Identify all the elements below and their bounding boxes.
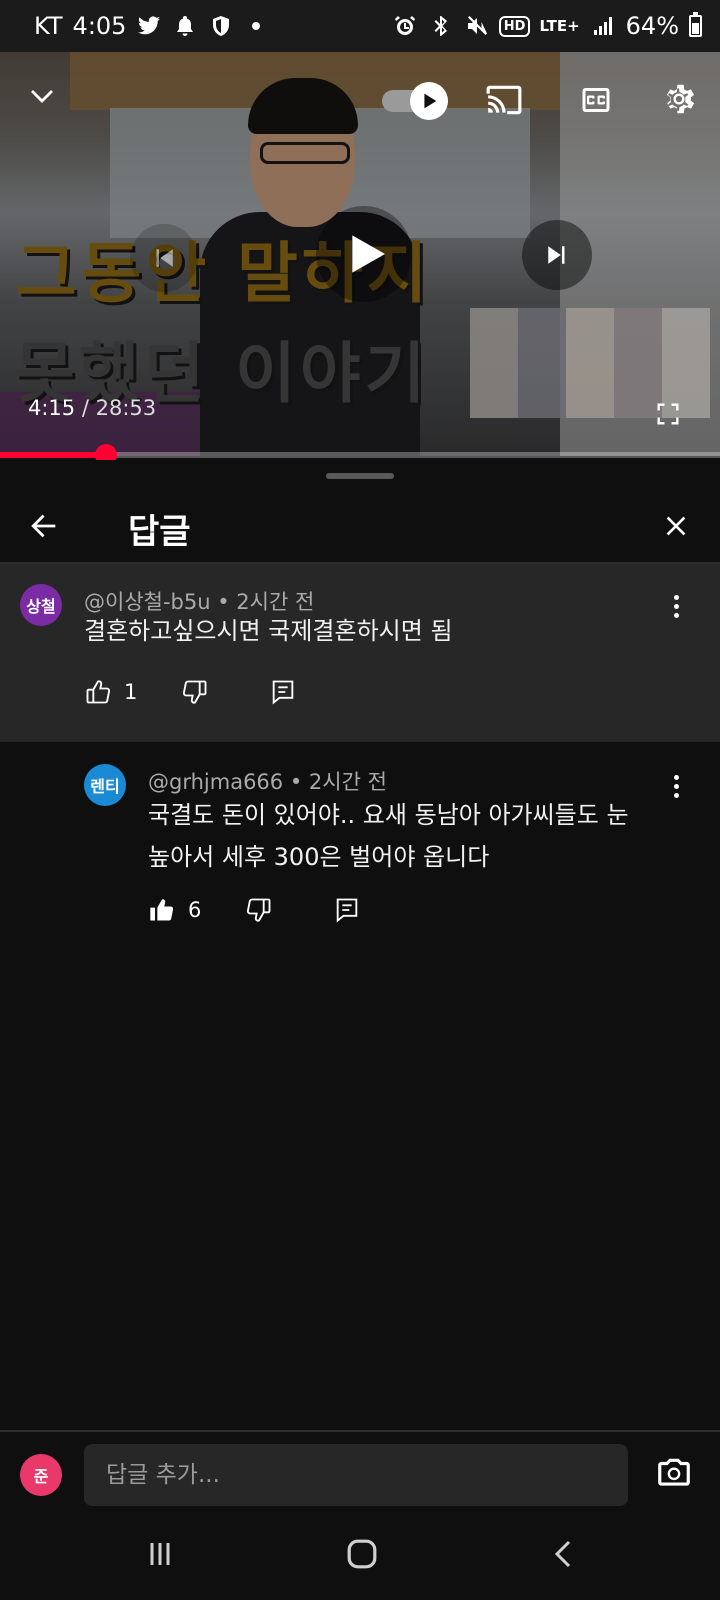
comment-text: 국결도 돈이 있어야.. 요새 동남아 아가씨들도 눈 높아서 세후 300은 … bbox=[148, 794, 629, 878]
comment-text-line2: 높아서 세후 300은 벌어야 옵니다 bbox=[148, 843, 490, 871]
signal-icon bbox=[590, 13, 616, 39]
reply-input[interactable] bbox=[84, 1444, 628, 1506]
avatar[interactable]: 상철 bbox=[20, 584, 62, 626]
panel-title: 답글 bbox=[128, 512, 191, 552]
more-options-icon[interactable] bbox=[664, 586, 688, 626]
bell-icon bbox=[172, 13, 198, 39]
notification-dot-icon bbox=[252, 22, 261, 30]
mute-icon bbox=[464, 13, 490, 39]
back-icon[interactable] bbox=[542, 1534, 586, 1574]
alarm-icon bbox=[392, 13, 418, 39]
shield-icon bbox=[208, 13, 234, 39]
minimize-chevron-icon[interactable] bbox=[22, 76, 62, 116]
comment-actions: 6 bbox=[148, 896, 361, 924]
replies-panel: 답글 상철 @이상철-b5u • 2시간 전 결혼하고싶으시면 국제결혼하시면 … bbox=[0, 460, 720, 1600]
dislike-button[interactable] bbox=[181, 678, 209, 706]
carrier-label: KT bbox=[34, 12, 63, 40]
thumbs-up-outline-icon bbox=[86, 680, 111, 704]
comment-text: 결혼하고싶으시면 국제결혼하시면 됨 bbox=[84, 617, 453, 645]
like-button[interactable]: 1 bbox=[84, 678, 137, 706]
comment-author[interactable]: @grhjma666 bbox=[148, 770, 283, 794]
like-count: 1 bbox=[124, 680, 138, 704]
current-time: 4:15 bbox=[28, 396, 76, 420]
previous-video-icon bbox=[130, 224, 198, 292]
reply-icon bbox=[337, 898, 358, 923]
comment-time: 2시간 전 bbox=[308, 770, 387, 794]
next-video-icon[interactable] bbox=[522, 220, 592, 290]
dislike-button[interactable] bbox=[245, 896, 273, 924]
reply-input-bar: 준 bbox=[0, 1430, 720, 1508]
video-timecode: 4:15 / 28:53 bbox=[28, 396, 157, 420]
battery-percent: 64% bbox=[625, 12, 679, 40]
lte-icon: LTE+ bbox=[539, 17, 580, 35]
comment-text-line1: 국결도 돈이 있어야.. 요새 동남아 아가씨들도 눈 bbox=[148, 801, 629, 829]
reply-icon bbox=[273, 680, 294, 705]
comment-actions: 1 bbox=[84, 678, 297, 706]
parent-comment: 상철 @이상철-b5u • 2시간 전 결혼하고싶으시면 국제결혼하시면 됨 1 bbox=[0, 564, 720, 742]
recents-icon[interactable] bbox=[138, 1534, 182, 1574]
camera-icon[interactable] bbox=[654, 1454, 694, 1492]
arrow-left-icon[interactable] bbox=[24, 506, 64, 546]
status-bar: KT 4:05 HD LTE+ 64% bbox=[0, 0, 720, 52]
fullscreen-icon[interactable] bbox=[652, 398, 684, 430]
reply-button[interactable] bbox=[269, 678, 297, 706]
user-avatar[interactable]: 준 bbox=[20, 1454, 62, 1496]
avatar[interactable]: 렌티 bbox=[84, 764, 126, 806]
twitter-icon bbox=[136, 13, 162, 39]
close-icon[interactable] bbox=[656, 506, 696, 546]
like-count: 6 bbox=[188, 898, 202, 922]
reply-button[interactable] bbox=[333, 896, 361, 924]
video-duration: 28:53 bbox=[95, 396, 157, 420]
thumbs-down-outline-icon bbox=[247, 898, 271, 922]
video-player[interactable]: 그동안 말하지 못했던 이야기 4:15 / 28:53 bbox=[0, 52, 720, 456]
home-icon[interactable] bbox=[340, 1534, 384, 1574]
reply-comment: 렌티 @grhjma666 • 2시간 전 국결도 돈이 있어야.. 요새 동남… bbox=[0, 742, 720, 962]
thumbs-up-filled-icon bbox=[150, 899, 174, 921]
panel-header: 답글 bbox=[0, 488, 720, 564]
system-navigation-bar bbox=[0, 1508, 720, 1600]
clock: 4:05 bbox=[72, 12, 127, 40]
cast-icon[interactable] bbox=[482, 78, 526, 122]
more-options-icon[interactable] bbox=[664, 766, 688, 806]
hd-icon: HD bbox=[498, 13, 531, 39]
play-icon[interactable] bbox=[316, 206, 412, 302]
like-button[interactable]: 6 bbox=[148, 896, 201, 924]
progress-fill bbox=[0, 452, 106, 458]
captions-icon[interactable] bbox=[574, 78, 618, 122]
comment-meta: @grhjma666 • 2시간 전 bbox=[148, 770, 387, 794]
battery-icon bbox=[689, 12, 702, 37]
drag-handle[interactable] bbox=[326, 473, 394, 479]
thumbs-down-outline-icon bbox=[183, 680, 207, 704]
bluetooth-icon bbox=[428, 13, 454, 39]
video-progress-bar[interactable] bbox=[0, 444, 720, 466]
settings-gear-icon[interactable] bbox=[656, 76, 702, 122]
autoplay-toggle[interactable] bbox=[382, 82, 448, 120]
